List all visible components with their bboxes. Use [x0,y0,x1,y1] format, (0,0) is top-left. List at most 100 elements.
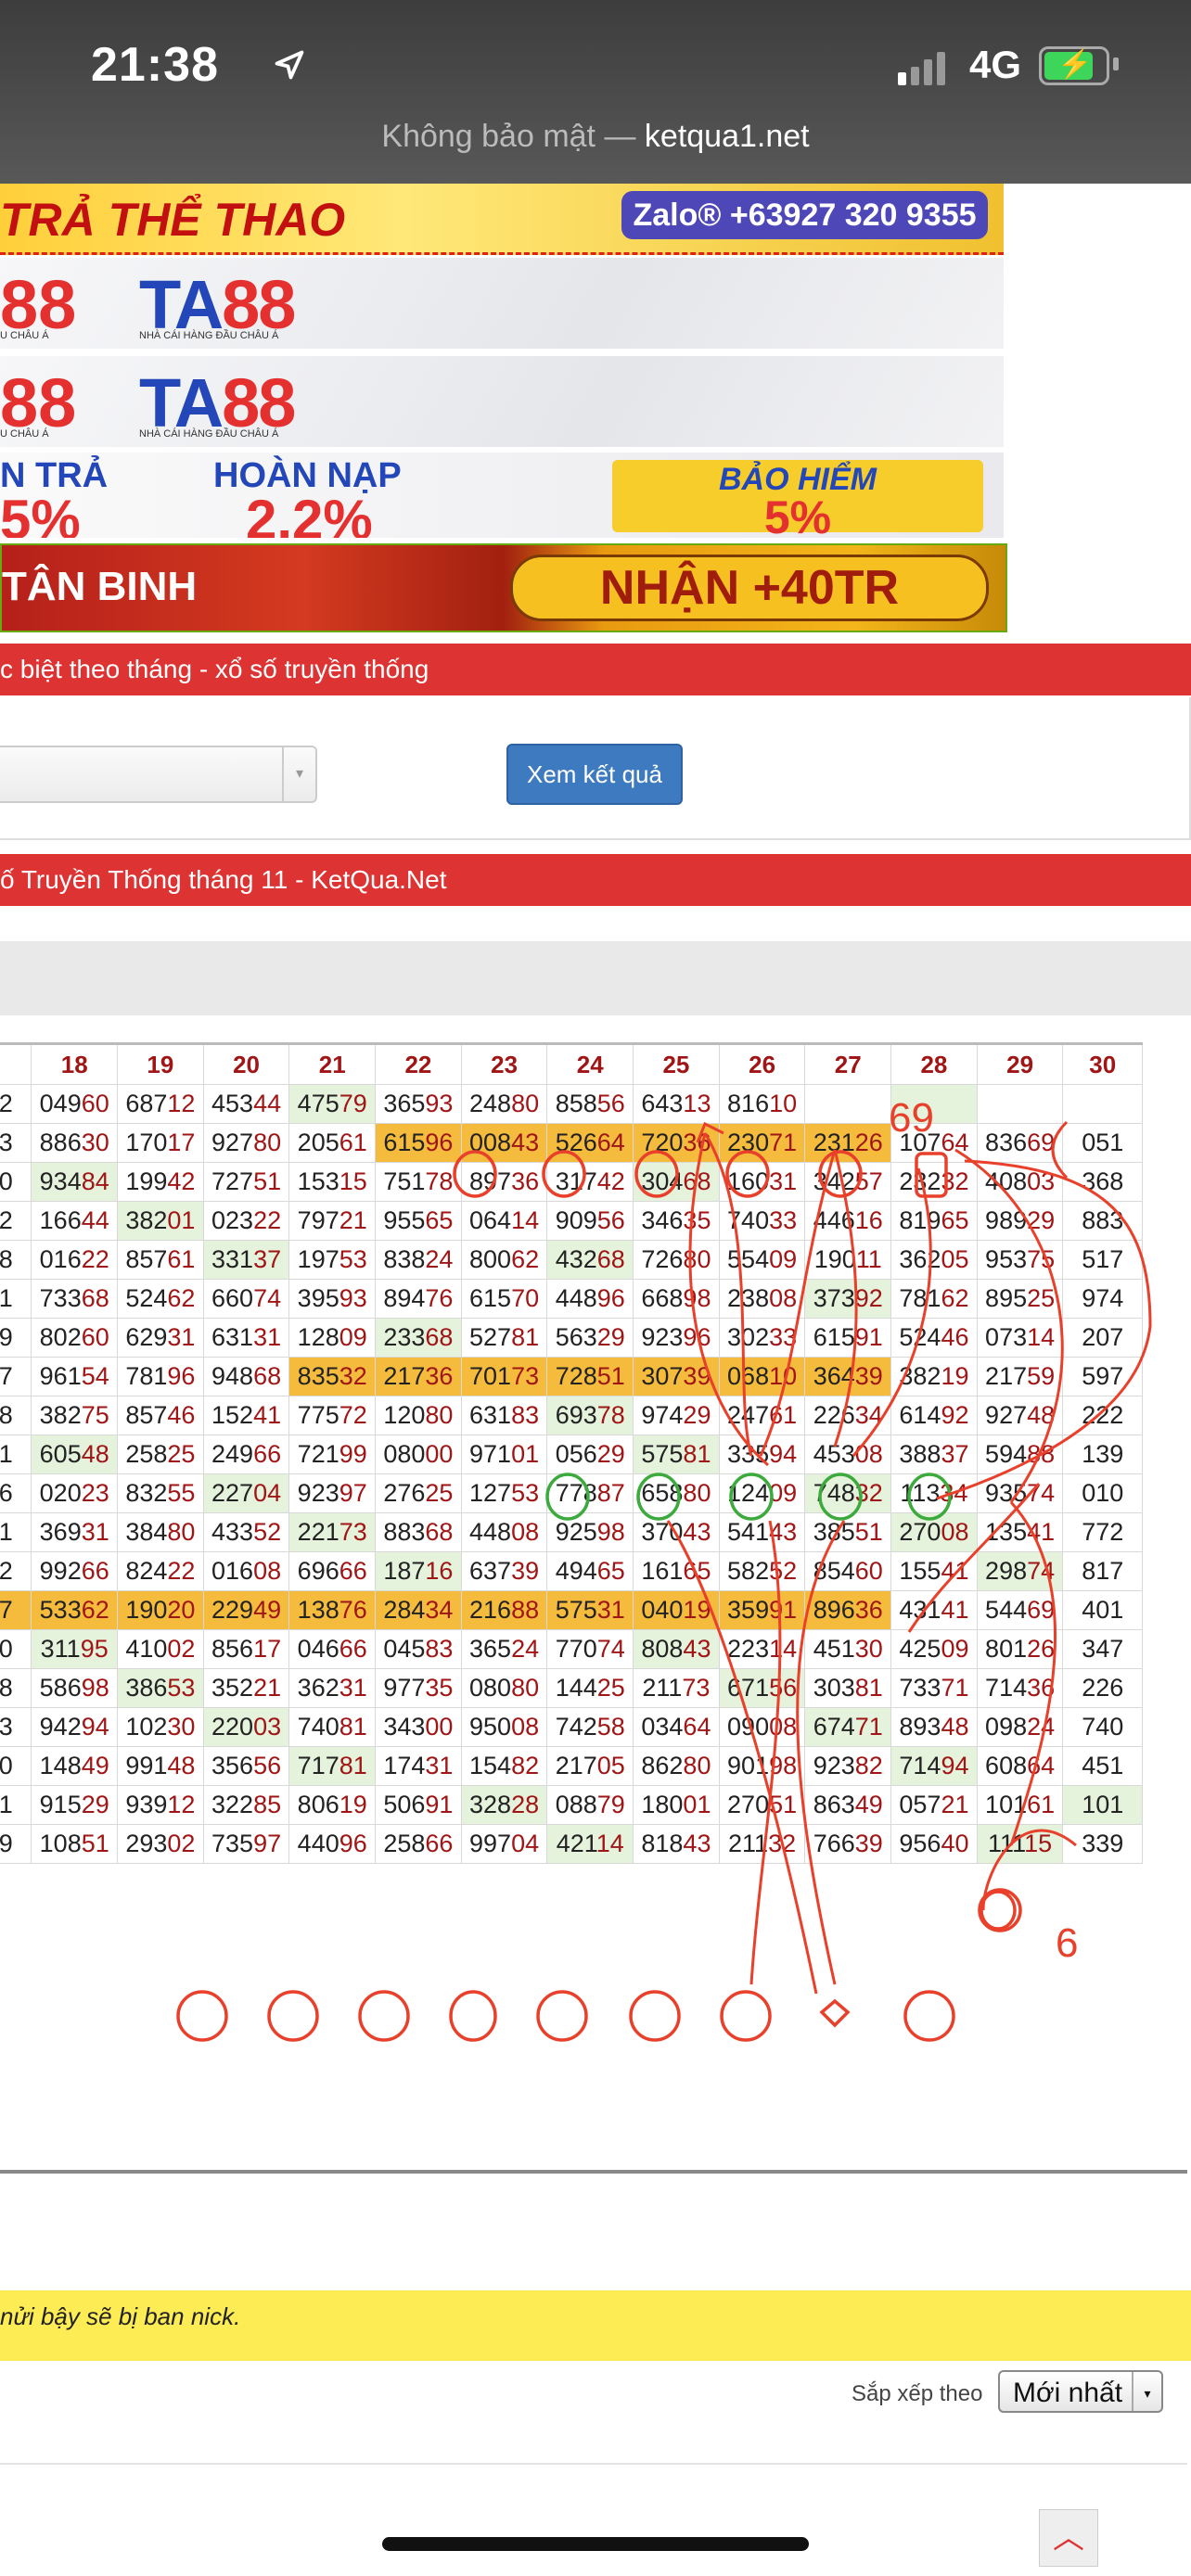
cell-prefix: 863 [813,1791,855,1818]
cell-prefix: 267 [0,1362,13,1390]
cell-prefix: 045 [383,1635,426,1663]
cell-suffix: 10 [769,1362,798,1390]
cell-prefix: 494 [555,1557,597,1585]
cell-prefix: 432 [555,1245,597,1273]
result-cell: 92396 [633,1318,720,1358]
cell-suffix: 82 [511,1752,540,1779]
result-cell: 226 [1062,1668,1143,1708]
cell-prefix: 328 [469,1791,512,1818]
cell-prefix: 057 [899,1791,941,1818]
result-cell: 16644 [31,1201,119,1241]
cell-suffix: 48 [941,1713,969,1741]
result-cell: 71781 [288,1746,377,1786]
address-bar[interactable]: Không bảo mật — ketqua1.net [0,119,1191,155]
cell-prefix: 862 [641,1752,684,1779]
table-bottom-rule [0,2170,1187,2174]
cell-suffix: 29 [683,1401,711,1429]
cell-prefix: 818 [641,1830,684,1857]
cell-suffix: 71 [854,1713,883,1741]
cell-prefix: 702 [0,1206,13,1234]
cell-prefix: 356 [211,1752,254,1779]
cell-suffix: 69 [1027,1596,1056,1624]
result-cell: 88368 [375,1512,462,1552]
cell-prefix: 883 [1082,1206,1124,1234]
cell-suffix: 81 [854,1674,883,1702]
result-cell: 12809 [288,1318,377,1358]
result-cell: 71436 [976,1668,1064,1708]
cell-prefix: 886 [39,1129,82,1156]
cell-prefix: 046 [297,1635,339,1663]
cell-prefix: 051 [1082,1129,1124,1156]
ad-banner-newbie[interactable]: TÂN BINH NHẬN +40TR [0,543,1007,632]
cell-prefix: 615 [383,1129,426,1156]
result-cell: 89476 [375,1279,462,1319]
cell-prefix: 227 [211,1479,254,1507]
result-cell: 44896 [546,1279,634,1319]
cell-suffix: 31 [167,1323,196,1351]
cell-suffix: 64 [596,1129,625,1156]
cell-suffix: 93 [339,1284,367,1312]
cell-prefix: 382 [39,1401,82,1429]
view-results-button[interactable]: Xem kết quả [506,744,683,805]
result-cell: 38551 [804,1512,892,1552]
ta88-tagline: NHÀ CÁI HÀNG ĐẦU CHÂU Á [139,428,279,440]
cell-suffix: 94 [81,1713,109,1741]
cell-suffix: 42 [167,1167,196,1195]
result-cell: 43141 [890,1590,978,1630]
ad-banner-sports[interactable]: TRẢ THỂ THAO Zalo® +63927 320 9355 [0,184,1004,255]
cell-prefix: 942 [39,1713,82,1741]
result-cell: 19942 [117,1162,204,1202]
cell-suffix: 75 [1027,1245,1056,1273]
cell-prefix: 382 [125,1206,168,1234]
result-cell: 222 [1062,1396,1143,1435]
cell-prefix: 385 [813,1518,855,1546]
cell-suffix: 94 [941,1752,969,1779]
result-cell: 54469 [976,1590,1064,1630]
cell-suffix: 73 [682,1674,711,1702]
cell-prefix: 049 [39,1090,82,1117]
ad-banner-ta88-1[interactable]: 88 TA88 U CHÂU Á NHÀ CÁI HÀNG ĐẦU CHÂU Á [0,258,1004,349]
cell-prefix: 020 [39,1479,82,1507]
cell-suffix: 80 [511,1674,540,1702]
cell-prefix: 211 [642,1674,683,1702]
result-cell: 01622 [31,1240,119,1280]
result-cell: 97735 [375,1668,462,1708]
cell-prefix: 615 [813,1323,855,1351]
result-cell: 38837 [890,1435,978,1474]
result-cell: 17431 [375,1746,462,1786]
ad-banner-promo[interactable]: N TRẢ 5% HOÀN NẠP 2.2% BẢO HIỂM 5% [0,453,1004,538]
cell-prefix: 113 [900,1479,941,1507]
cell-prefix: 446 [813,1206,855,1234]
cell-prefix: 997 [469,1830,512,1857]
cell-suffix: 56 [769,1674,798,1702]
cell-suffix: 22 [253,1206,282,1234]
cell-suffix: 42 [596,1167,625,1195]
cell-suffix: 25 [1027,1284,1056,1312]
cell-prefix: 740 [727,1206,770,1234]
cell-prefix: 475 [297,1090,339,1117]
ad-banner-ta88-2[interactable]: 88 TA88 U CHÂU Á NHÀ CÁI HÀNG ĐẦU CHÂU Á [0,356,1004,447]
cell-prefix: 331 [211,1245,254,1273]
result-cell: 991 [0,1279,32,1319]
cell-prefix: 170 [125,1129,168,1156]
scroll-top-button[interactable]: ︿ [1039,2509,1098,2567]
result-cell: 38480 [117,1512,204,1552]
cell-suffix: 82 [854,1752,883,1779]
cell-suffix: 14 [596,1830,624,1857]
cell-prefix: 735 [211,1830,254,1857]
notice-text: nửi bậy sẽ bị ban nick. [0,2302,241,2330]
cell-prefix: 775 [297,1401,339,1429]
cell-prefix: 364 [813,1362,855,1390]
cell-prefix: 431 [0,1440,13,1468]
result-cell: 77074 [546,1629,634,1669]
cell-suffix: 09 [769,1245,798,1273]
sort-select[interactable]: Mới nhất ▾ [998,2370,1163,2413]
month-select[interactable]: ▾ [0,746,317,803]
cell-suffix: 92 [854,1284,883,1312]
cell-prefix: 362 [297,1674,339,1702]
result-cell: 974 [1062,1279,1143,1319]
cell-prefix: 368 [1082,1167,1124,1195]
result-cell: 72199 [288,1435,377,1474]
cell-prefix: 231 [813,1129,855,1156]
result-cell: 15241 [202,1396,290,1435]
